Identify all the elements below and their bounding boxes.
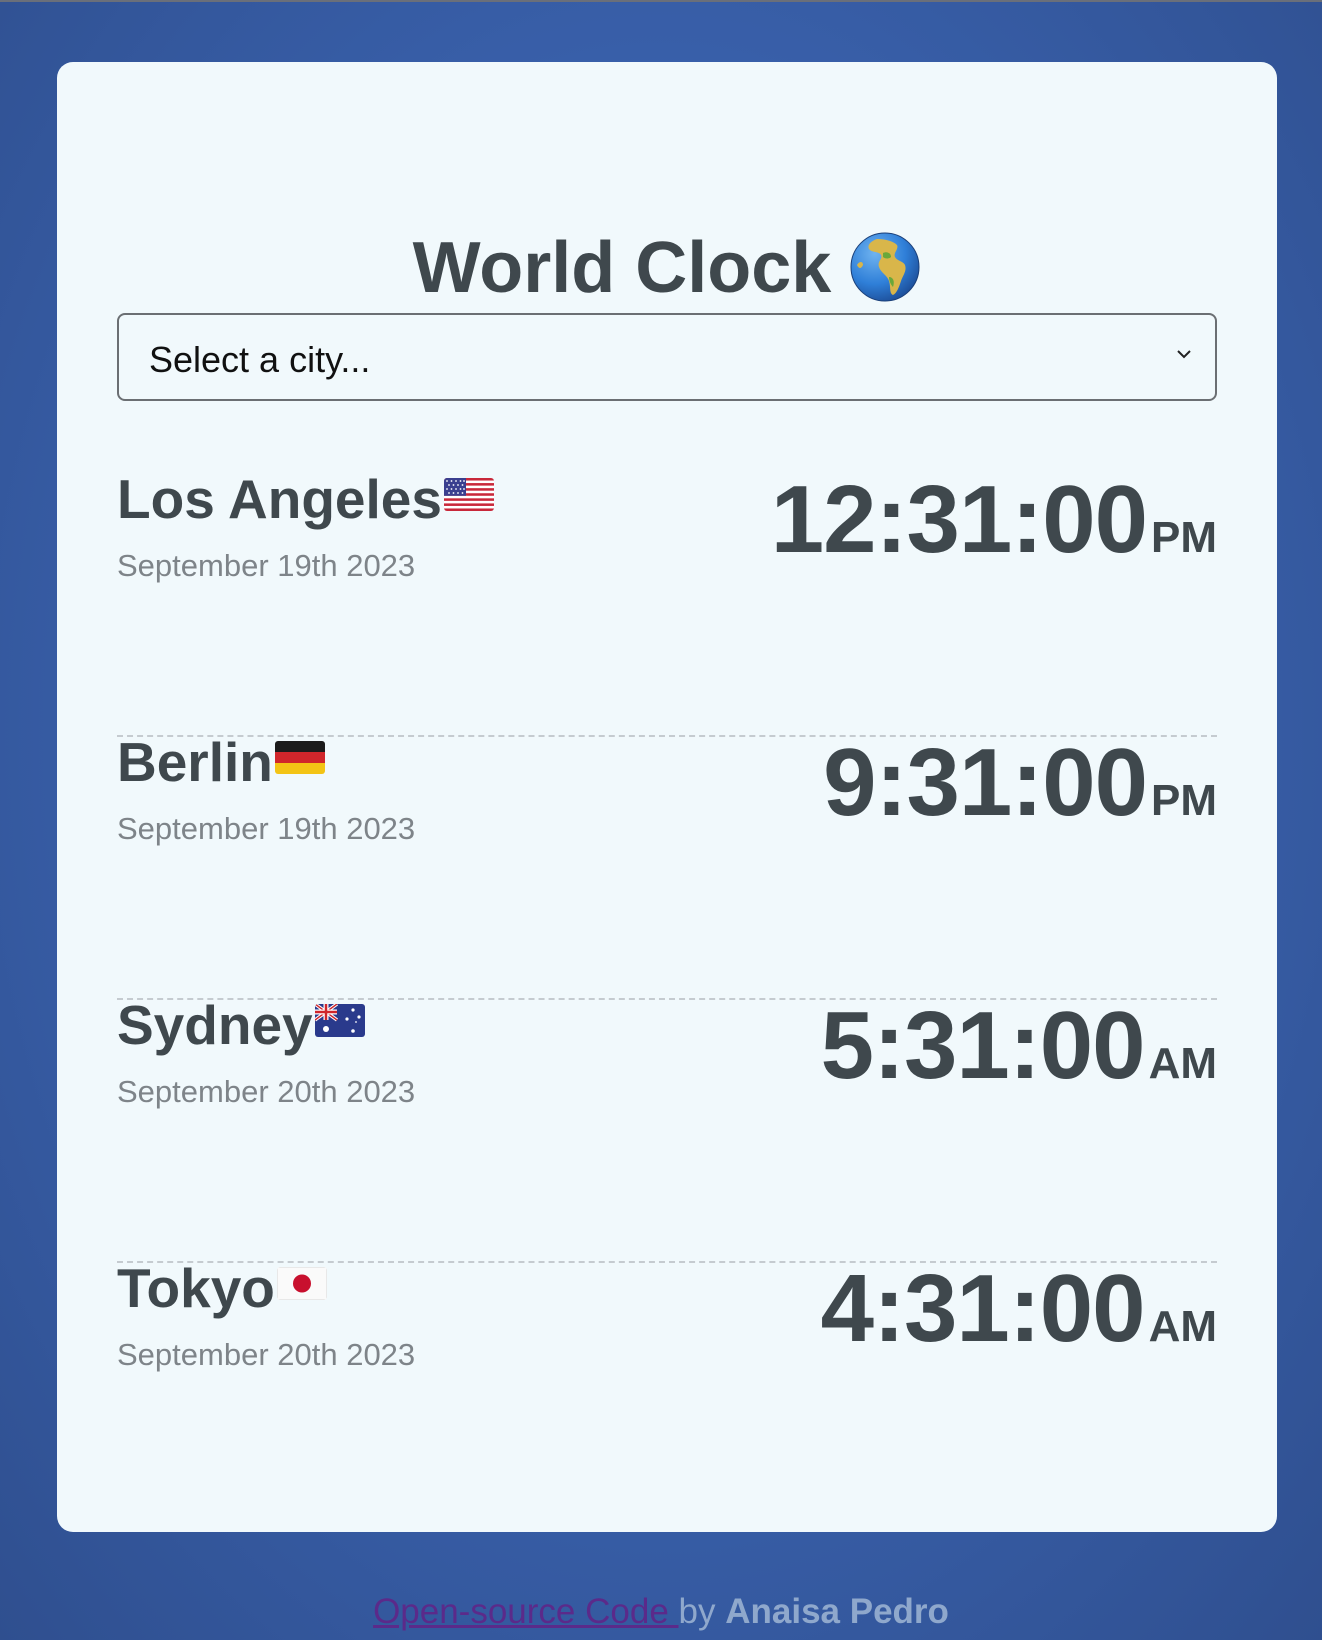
city-name-text: Tokyo: [117, 1257, 275, 1319]
world-clock-card: World Clock Select a city... Los Angeles…: [57, 62, 1277, 1532]
city-time-ampm: PM: [1151, 513, 1217, 562]
page-title: World Clock: [57, 232, 1277, 304]
city-date: September 19th 2023: [117, 548, 416, 583]
city-time-value: 5:31:00: [820, 992, 1146, 1099]
city-date: September 19th 2023: [117, 811, 416, 846]
city-select[interactable]: Select a city...: [117, 313, 1217, 401]
city-select-placeholder: Select a city...: [149, 339, 371, 380]
city-time: 9:31:00PM: [823, 735, 1217, 831]
city-time-ampm: AM: [1148, 1302, 1217, 1351]
chevron-down-icon: [1177, 350, 1191, 359]
city-row-tokyo: Tokyo September 20th 2023 4:31:00AM: [117, 1261, 1217, 1524]
city-time: 12:31:00PM: [771, 472, 1217, 568]
window-top-border: [0, 0, 1322, 2]
globe-icon: [850, 232, 920, 302]
city-time-ampm: AM: [1148, 1039, 1217, 1088]
city-date: September 20th 2023: [117, 1337, 416, 1372]
city-name: Sydney: [117, 998, 365, 1053]
city-time-value: 12:31:00: [770, 466, 1148, 573]
footer-by-text: by: [678, 1592, 726, 1631]
footer-author: Anaisa Pedro: [725, 1592, 949, 1631]
city-row-los-angeles: Los Angeles September 19th 2023 12:31:00…: [117, 472, 1217, 737]
city-name: Tokyo: [117, 1261, 327, 1316]
city-time: 4:31:00AM: [821, 1261, 1217, 1357]
city-name-text: Berlin: [117, 731, 273, 793]
city-name: Berlin: [117, 735, 325, 790]
au-flag-icon: [314, 1003, 365, 1037]
us-flag-icon: [443, 477, 494, 511]
jp-flag-icon: [276, 1266, 327, 1300]
city-row-sydney: Sydney September 20th 2023 5:31:00AM: [117, 998, 1217, 1263]
de-flag-icon: [274, 740, 325, 774]
footer: Open-source Code by Anaisa Pedro: [0, 1592, 1322, 1632]
page-title-text: World Clock: [412, 228, 832, 308]
city-time-value: 4:31:00: [820, 1255, 1146, 1362]
city-name: Los Angeles: [117, 472, 494, 527]
city-date: September 20th 2023: [117, 1074, 416, 1109]
city-name-text: Sydney: [117, 994, 313, 1056]
city-name-text: Los Angeles: [117, 468, 442, 530]
city-row-berlin: Berlin September 19th 2023 9:31:00PM: [117, 735, 1217, 1000]
city-time: 5:31:00AM: [821, 998, 1217, 1094]
city-time-ampm: PM: [1151, 776, 1217, 825]
open-source-link[interactable]: Open-source Code: [373, 1592, 678, 1631]
city-time-value: 9:31:00: [823, 729, 1148, 836]
